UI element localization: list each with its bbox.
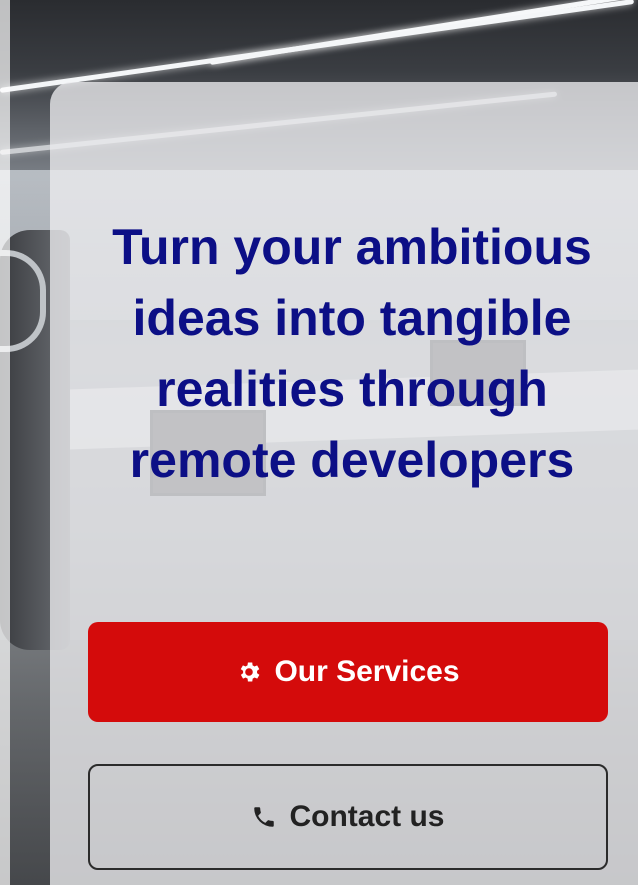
- ceiling-light: [0, 0, 635, 93]
- gear-icon: [236, 659, 262, 685]
- hero-headline: Turn your ambitious ideas into tangible …: [112, 219, 592, 488]
- our-services-button[interactable]: Our Services: [88, 622, 608, 722]
- contact-us-button[interactable]: Contact us: [88, 764, 608, 870]
- phone-icon: [251, 804, 277, 830]
- hero-section: Turn your ambitious ideas into tangible …: [0, 0, 638, 885]
- contact-us-label: Contact us: [289, 800, 445, 833]
- left-edge: [0, 0, 10, 885]
- our-services-label: Our Services: [274, 655, 460, 688]
